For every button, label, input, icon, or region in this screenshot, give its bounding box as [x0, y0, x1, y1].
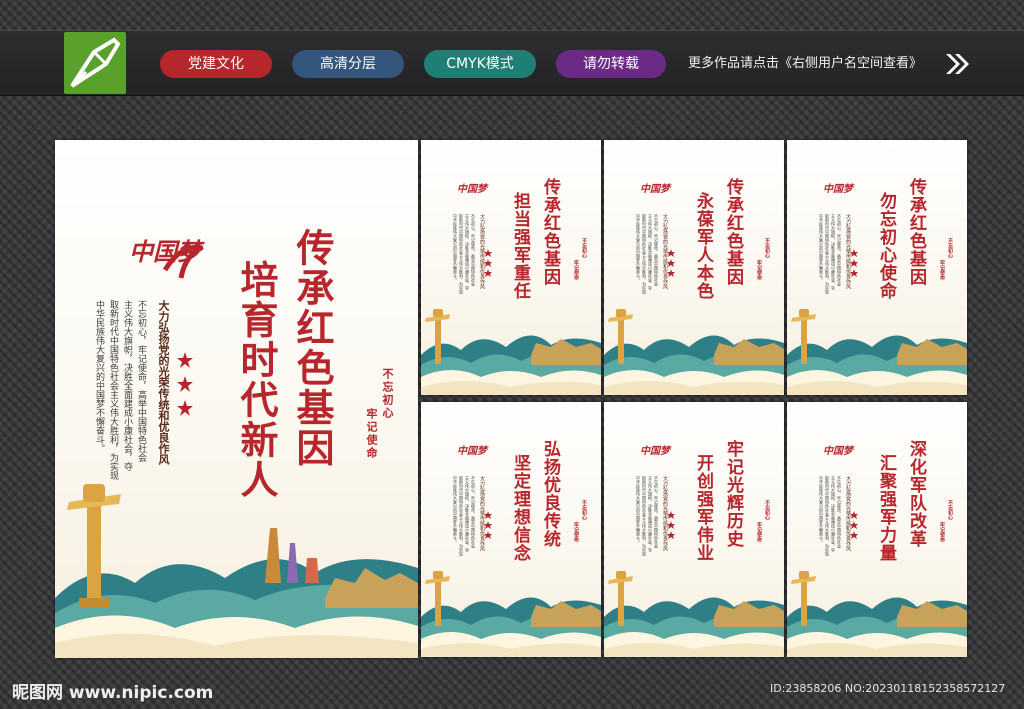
body-text-col4: 中华民族伟大复兴的中国梦不懈奋斗。 [819, 476, 824, 544]
board-title-col2: 永葆军人本色 [693, 192, 713, 300]
huabiao-column-icon [608, 309, 633, 364]
china-dream-emblem: 中国梦 [823, 446, 853, 457]
double-chevron-right-icon[interactable] [944, 52, 970, 76]
board-title-col2: 勿忘初心使命 [876, 192, 896, 300]
body-text-col1: 不忘初心，牢记使命，高举中国特色社会 [837, 476, 842, 548]
stamp-remember: 牢记使命 [939, 260, 945, 280]
stamp-not-forget: 不忘初心 [947, 238, 953, 258]
small-poster-board: 中国梦 大力弘扬党的光荣传统和优良作风 不忘初心，牢记使命，高举中国特色社会 主… [604, 402, 784, 657]
small-poster-board: 中国梦 大力弘扬党的光荣传统和优良作风 不忘初心，牢记使命，高举中国特色社会 主… [787, 140, 967, 395]
tag-hd-layers[interactable]: 高清分层 [292, 50, 404, 78]
body-text-col4: 中华民族伟大复兴的中国梦不懈奋斗。 [636, 214, 641, 282]
body-text-col1: 不忘初心，牢记使命，高举中国特色社会 [654, 476, 659, 548]
body-text-col1: 不忘初心，牢记使命，高举中国特色社会 [471, 214, 476, 286]
slogan-text: 大力弘扬党的光荣传统和优良作风 [157, 300, 170, 465]
stamp-remember: 牢记使命 [939, 522, 945, 542]
body-text-col1: 不忘初心，牢记使命，高举中国特色社会 [837, 214, 842, 286]
body-text-col4: 中华民族伟大复兴的中国梦不懈奋斗。 [819, 214, 824, 282]
star-cluster-icon [850, 249, 858, 277]
tag-cmyk[interactable]: CMYK模式 [424, 50, 536, 78]
image-id-label: ID:23858206 NO:20230118152358572127 [770, 682, 1006, 695]
tag-party-culture[interactable]: 党建文化 [160, 50, 272, 78]
board-title-col2: 担当强军重任 [510, 192, 530, 300]
stamp-not-forget: 不忘初心 [381, 368, 394, 420]
huabiao-column-icon [791, 571, 816, 626]
huabiao-column-icon [608, 571, 633, 626]
board-title-col1: 传承红色基因 [540, 178, 560, 286]
body-text-col3: 取新时代中国特色社会主义伟大胜利，为实现 [642, 214, 647, 294]
body-text-col2: 主义伟大旗帜，决胜全面建成小康社会，夺 [465, 476, 470, 552]
stamp-not-forget: 不忘初心 [764, 238, 770, 258]
star-cluster-icon [667, 511, 675, 539]
stamp-remember: 牢记使命 [573, 260, 579, 280]
body-text-col4: 中华民族伟大复兴的中国梦不懈奋斗。 [94, 300, 104, 453]
body-text-col3: 取新时代中国特色社会主义伟大胜利，为实现 [108, 300, 118, 480]
body-text-col3: 取新时代中国特色社会主义伟大胜利，为实现 [459, 214, 464, 294]
body-text-col4: 中华民族伟大复兴的中国梦不懈奋斗。 [453, 476, 458, 544]
china-dream-emblem: 中国梦 [823, 184, 853, 195]
huabiao-column-icon [425, 571, 450, 626]
body-text-col2: 主义伟大旗帜，决胜全面建成小康社会，夺 [831, 476, 836, 552]
stamp-remember: 牢记使命 [756, 260, 762, 280]
body-text-col3: 取新时代中国特色社会主义伟大胜利，为实现 [459, 476, 464, 556]
stamp-remember: 牢记使命 [365, 408, 378, 460]
star-cluster-icon [484, 249, 492, 277]
board-title-col1: 牢记光辉历史 [723, 440, 743, 548]
stamp-not-forget: 不忘初心 [764, 500, 770, 520]
huabiao-column-icon [425, 309, 450, 364]
board-title-col1: 弘扬优良传统 [540, 440, 560, 548]
tag-no-repost[interactable]: 请勿转载 [556, 50, 666, 78]
huabiao-column-icon [67, 484, 121, 608]
stamp-not-forget: 不忘初心 [581, 238, 587, 258]
board-title-col2: 汇聚强军力量 [876, 454, 896, 562]
brush-stroke-icon [163, 244, 203, 279]
body-text-col1: 不忘初心，牢记使命，高举中国特色社会 [136, 300, 146, 462]
stamp-remember: 牢记使命 [573, 522, 579, 542]
site-watermark: 昵图网 www.nipic.com [12, 683, 214, 703]
body-text-col2: 主义伟大旗帜，决胜全面建成小康社会，夺 [122, 300, 132, 471]
body-text-col2: 主义伟大旗帜，决胜全面建成小康社会，夺 [648, 214, 653, 290]
main-poster-board: 中国梦 不忘初心，牢记使命，高举中国特色社会 主义伟大旗帜，决胜全面建成小康社会… [55, 140, 418, 658]
china-dream-emblem: 中国梦 [640, 184, 670, 195]
board-title-col1: 深化军队改革 [906, 440, 926, 548]
body-text-col3: 取新时代中国特色社会主义伟大胜利，为实现 [825, 476, 830, 556]
body-text-col1: 不忘初心，牢记使命，高举中国特色社会 [471, 476, 476, 548]
star-cluster-icon [850, 511, 858, 539]
more-works-note[interactable]: 更多作品请点击《右侧用户名空间查看》 [688, 50, 922, 78]
body-text-col4: 中华民族伟大复兴的中国梦不懈奋斗。 [453, 214, 458, 282]
pen-nib-icon [64, 32, 126, 94]
body-text-col2: 主义伟大旗帜，决胜全面建成小康社会，夺 [465, 214, 470, 290]
board-title-col1: 传承红色基因 [723, 178, 743, 286]
stamp-not-forget: 不忘初心 [581, 500, 587, 520]
small-poster-board: 中国梦 大力弘扬党的光荣传统和优良作风 不忘初心，牢记使命，高举中国特色社会 主… [787, 402, 967, 657]
body-text-col1: 不忘初心，牢记使命，高举中国特色社会 [654, 214, 659, 286]
star-cluster-icon [484, 511, 492, 539]
main-title-col1: 传承红色基因 [290, 228, 335, 468]
small-poster-board: 中国梦 大力弘扬党的光荣传统和优良作风 不忘初心，牢记使命，高举中国特色社会 主… [421, 402, 601, 657]
body-text-col2: 主义伟大旗帜，决胜全面建成小康社会，夺 [831, 214, 836, 290]
china-dream-emblem: 中国梦 [457, 184, 487, 195]
body-text-col4: 中华民族伟大复兴的中国梦不懈奋斗。 [636, 476, 641, 544]
board-title-col2: 坚定理想信念 [510, 454, 530, 562]
star-cluster-icon [177, 352, 193, 416]
body-text-col3: 取新时代中国特色社会主义伟大胜利，为实现 [825, 214, 830, 294]
body-text-col3: 取新时代中国特色社会主义伟大胜利，为实现 [642, 476, 647, 556]
star-cluster-icon [667, 249, 675, 277]
board-title-col2: 开创强军伟业 [693, 454, 713, 562]
body-text-col2: 主义伟大旗帜，决胜全面建成小康社会，夺 [648, 476, 653, 552]
stamp-not-forget: 不忘初心 [947, 500, 953, 520]
main-title-col2: 培育时代新人 [234, 260, 279, 500]
stamp-remember: 牢记使命 [756, 522, 762, 542]
small-poster-board: 中国梦 大力弘扬党的光荣传统和优良作风 不忘初心，牢记使命，高举中国特色社会 主… [604, 140, 784, 395]
board-title-col1: 传承红色基因 [906, 178, 926, 286]
china-dream-emblem: 中国梦 [640, 446, 670, 457]
small-poster-board: 中国梦 大力弘扬党的光荣传统和优良作风 不忘初心，牢记使命，高举中国特色社会 主… [421, 140, 601, 395]
china-dream-emblem: 中国梦 [457, 446, 487, 457]
huabiao-column-icon [791, 309, 816, 364]
